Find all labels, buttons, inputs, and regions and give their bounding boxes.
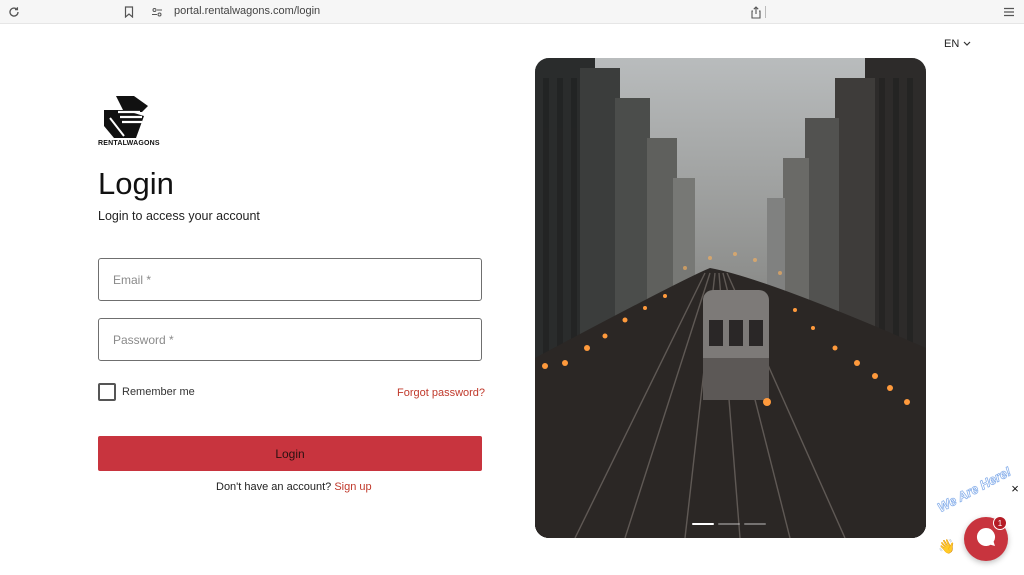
email-field [98, 258, 482, 301]
page-title: Login [98, 166, 174, 201]
hero-image [535, 58, 926, 538]
signup-link[interactable]: Sign up [334, 481, 371, 493]
page-subtitle: Login to access your account [98, 209, 260, 223]
bookmark-icon[interactable] [121, 4, 137, 20]
remember-me-label: Remember me [122, 386, 195, 398]
waving-hand-icon: 👋 [938, 538, 956, 554]
signup-prompt: Don't have an account? [216, 481, 332, 493]
chat-close-icon[interactable]: × [1008, 482, 1022, 496]
chat-unread-badge: 1 [993, 516, 1007, 530]
browser-toolbar: portal.rentalwagons.com/login [0, 0, 1024, 24]
language-selector[interactable]: EN [944, 38, 971, 50]
reload-icon[interactable] [6, 4, 22, 20]
password-input[interactable] [99, 319, 481, 360]
language-label: EN [944, 38, 960, 50]
chat-greeting: We Are Here! [934, 463, 1014, 515]
toolbar-divider [765, 4, 767, 20]
remember-me-checkbox[interactable] [98, 383, 116, 401]
login-button[interactable]: Login [98, 436, 482, 471]
remember-me-control[interactable]: Remember me [98, 383, 195, 401]
forgot-password-link[interactable]: Forgot password? [397, 387, 485, 399]
menu-icon[interactable] [1001, 4, 1017, 20]
share-icon[interactable] [748, 4, 764, 20]
site-settings-icon[interactable] [149, 4, 165, 20]
chevron-down-icon [963, 38, 971, 50]
carousel-dot[interactable] [692, 523, 714, 525]
chat-bubble-icon [974, 525, 998, 554]
address-bar[interactable]: portal.rentalwagons.com/login [174, 5, 320, 17]
carousel-dot[interactable] [718, 523, 740, 525]
brand-name: RENTALWAGONS [98, 140, 160, 147]
email-input[interactable] [99, 259, 481, 300]
signup-row: Don't have an account? Sign up [216, 481, 372, 493]
carousel-dot[interactable] [744, 523, 766, 525]
carousel-indicators [692, 523, 766, 525]
password-field [98, 318, 482, 361]
